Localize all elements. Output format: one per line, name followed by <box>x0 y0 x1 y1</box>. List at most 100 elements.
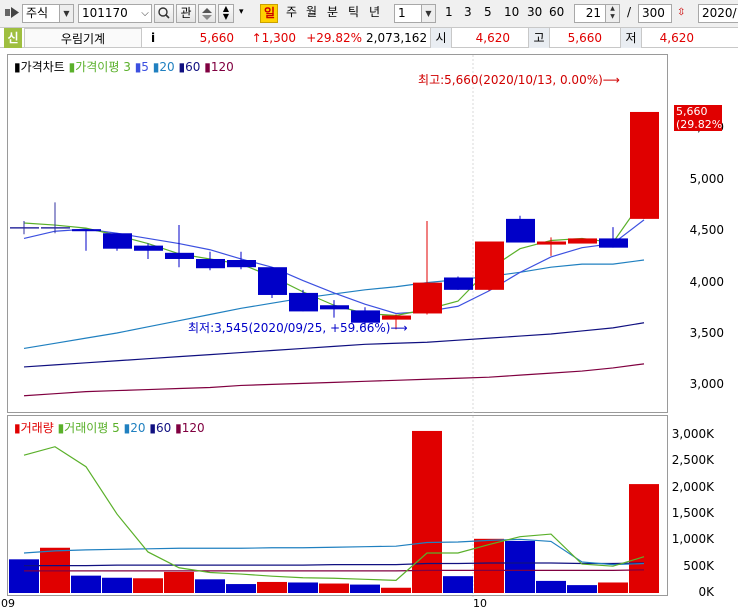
candle-body <box>227 260 256 268</box>
legend-price-title: ▮가격차트 <box>14 60 65 74</box>
zoom-icon[interactable]: ⇳ <box>674 4 694 23</box>
low-value: 4,620 <box>659 31 694 45</box>
price-chart-panel[interactable]: 최고:5,660(2020/10/13, 0.00%)⟶ 최저:3,545(202… <box>7 54 668 414</box>
high-value: 5,660 <box>567 31 602 45</box>
candle-body <box>599 238 628 248</box>
volume-bar <box>629 484 659 593</box>
open-value: 4,620 <box>475 31 510 45</box>
quick-interval-1[interactable]: 1 <box>442 4 456 23</box>
legend-ma20: ▮20 <box>152 60 175 74</box>
volume-tick-label: 3,000K <box>671 427 714 442</box>
last-price-pct: (29.82%) <box>676 117 727 131</box>
period-minute-tab[interactable]: 분 <box>324 4 340 23</box>
volume-bar <box>102 577 132 593</box>
candle-body <box>134 245 163 251</box>
quick-interval-60[interactable]: 60 <box>546 4 566 23</box>
price-chart-svg: 최고:5,660(2020/10/13, 0.00%)⟶ 최저:3,545(202… <box>10 55 659 414</box>
code-input[interactable]: 101170 ⌵ <box>78 4 152 23</box>
search-icon <box>158 7 170 19</box>
ma120-line <box>23 363 645 397</box>
quick-interval-10[interactable]: 10 <box>501 4 521 23</box>
code-input-value: 101170 <box>82 6 128 20</box>
down-arrow-icon: ▼ <box>222 12 230 21</box>
spin-arrows-icon[interactable]: ▲ ▼ <box>605 5 619 22</box>
candle-body <box>568 238 597 244</box>
toolbar: 주식 ▼ 101170 ⌵ 관 ▲ ▼ ▾ 일 주 월 분 틱 년 1 ▼ 1 3… <box>0 0 738 28</box>
candle-body <box>413 282 442 314</box>
quick-interval-3[interactable]: 3 <box>461 4 475 23</box>
candle-body <box>320 305 349 310</box>
legend-vma120: ▮120 <box>175 421 205 435</box>
candle-body <box>537 241 566 245</box>
volume-tick-label: 0K <box>698 585 714 599</box>
x-tick-label: 10 <box>473 597 487 610</box>
date-input[interactable]: 2020/1 <box>698 4 738 23</box>
market-select[interactable]: 주식 ▼ <box>22 4 74 23</box>
stepper-button[interactable]: ▲ ▼ <box>218 4 234 23</box>
vma120-line <box>24 569 645 572</box>
info-icon[interactable]: i <box>146 28 160 48</box>
volume-bar <box>9 559 39 593</box>
volume-tick-label: 1,000K <box>671 532 714 547</box>
candle-body <box>41 227 70 229</box>
period-year-tab[interactable]: 년 <box>366 4 382 23</box>
volume-value: 2,073,162 <box>366 31 428 45</box>
volume-bar <box>195 579 225 593</box>
candle-body <box>630 111 659 219</box>
high-annotation: 최고:5,660(2020/10/13, 0.00%)⟶ <box>418 73 620 87</box>
current-price: 5,660 <box>199 31 234 45</box>
legend-ma120: ▮120 <box>204 60 234 74</box>
candle-body <box>289 292 318 312</box>
total-count-input[interactable]: 300 <box>638 4 672 23</box>
price-tick-label: 4,500 <box>689 223 724 238</box>
period-tick-tab[interactable]: 틱 <box>345 4 361 23</box>
x-tick-label: 09 <box>1 597 15 610</box>
sync-button[interactable] <box>198 4 216 23</box>
volume-bar <box>536 580 566 593</box>
price-axis: 3,0003,5004,0004,5005,0005,5005,660(29.8… <box>668 54 738 413</box>
candle-body <box>444 277 473 290</box>
volume-tick-label: 500K <box>683 558 714 573</box>
candle-body <box>10 227 39 229</box>
volume-bar <box>505 540 535 593</box>
chevron-down-icon[interactable]: ⌵ <box>139 5 151 22</box>
volume-bar <box>567 585 597 593</box>
period-weekly-tab[interactable]: 주 <box>283 4 299 23</box>
quick-interval-30[interactable]: 30 <box>524 4 544 23</box>
count-spinner[interactable]: 21 ▲ ▼ <box>574 4 620 23</box>
volume-bar <box>257 581 287 593</box>
legend-ma3: 3 <box>123 60 131 74</box>
candle-body <box>475 241 504 290</box>
vma60-line <box>24 562 645 567</box>
volume-bar <box>319 583 349 593</box>
window-link-icon[interactable] <box>4 4 22 23</box>
volume-chart-panel[interactable]: ▮거래량 ▮거래이평 5 ▮20 ▮60 ▮120 <box>7 415 668 597</box>
quick-interval-5[interactable]: 5 <box>481 4 495 23</box>
volume-bar <box>71 575 101 593</box>
period-daily-tab[interactable]: 일 <box>260 4 278 23</box>
volume-bar <box>381 587 411 593</box>
price-change: ↑1,300 <box>251 31 296 45</box>
volume-axis: 0K 500K 1,000K 1,500K 2,000K 2,500K 3,000K <box>668 415 738 599</box>
volume-bar <box>598 582 628 593</box>
candle-body <box>382 315 411 320</box>
volume-tick-label: 2,500K <box>671 453 714 468</box>
legend-ma-title: ▮가격이평 <box>68 60 120 74</box>
legend-vma5: 5 <box>112 421 120 435</box>
chevron-down-icon[interactable]: ▼ <box>59 5 73 22</box>
legend-vma20: ▮20 <box>123 421 146 435</box>
legend-vma-title: ▮거래이평 <box>57 421 109 435</box>
watchlist-button[interactable]: 관 <box>176 4 196 23</box>
volume-bar <box>164 571 194 593</box>
chevron-down-icon[interactable]: ▼ <box>421 5 435 22</box>
search-button[interactable] <box>154 4 174 23</box>
high-label: 고 <box>528 28 550 48</box>
candle-body <box>506 218 535 243</box>
dropdown-arrow-icon[interactable]: ▾ <box>236 4 248 23</box>
legend-vma60: ▮60 <box>149 421 172 435</box>
stock-name: 우림기계 <box>24 28 142 48</box>
period-monthly-tab[interactable]: 월 <box>303 4 319 23</box>
last-price-marker: 5,660 (29.82%) <box>674 104 727 131</box>
interval-select[interactable]: 1 ▼ <box>394 4 436 23</box>
candle-body <box>103 233 132 249</box>
